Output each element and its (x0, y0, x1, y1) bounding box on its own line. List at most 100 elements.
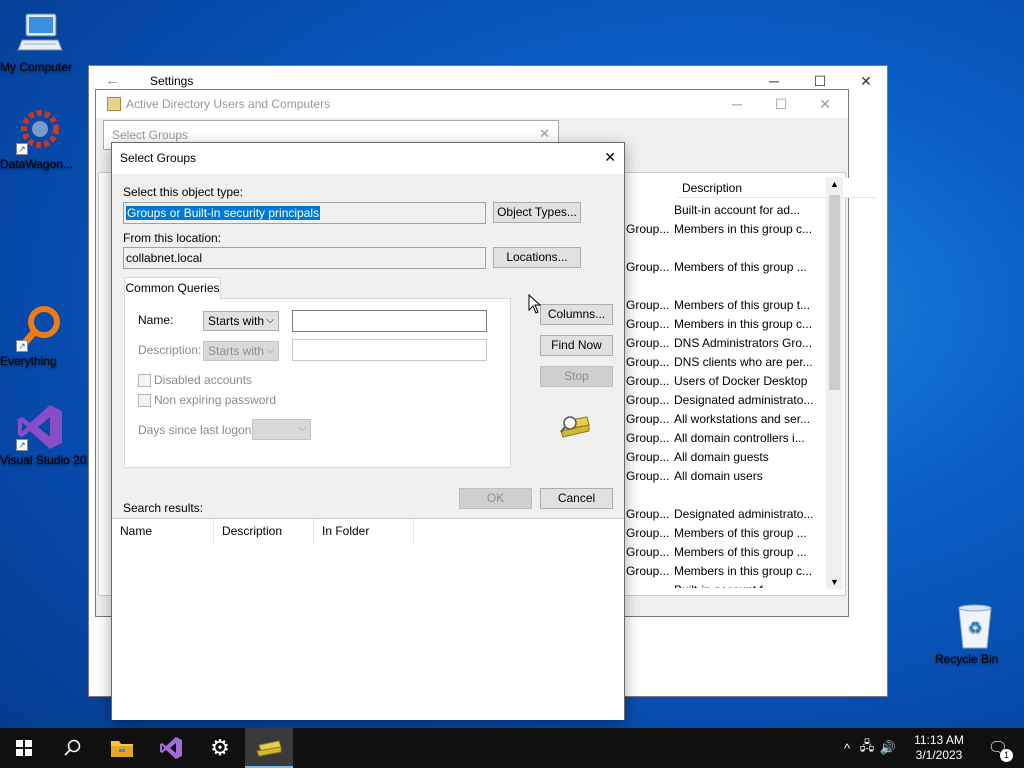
aduc-list-scrollbar[interactable]: ▲ ▼ (826, 177, 843, 589)
list-item[interactable]: Group... Designated administrato... (626, 505, 826, 524)
description-cell: Members of this group t... (674, 298, 811, 312)
scroll-up-icon[interactable]: ▲ (830, 179, 839, 189)
description-cell: All domain controllers i... (674, 431, 805, 445)
non-expiring-password-checkbox[interactable] (138, 394, 151, 407)
clock[interactable]: 11:13 AM 3/1/2023 (905, 728, 973, 768)
clock-date: 3/1/2023 (915, 748, 963, 762)
list-item[interactable]: Group... All domain controllers i... (626, 429, 826, 448)
results-column-description[interactable]: Description (214, 519, 314, 544)
chevron-down-icon: ⌵ (266, 345, 274, 356)
visual-studio-icon (160, 737, 182, 759)
close-button[interactable]: ✕ (604, 149, 616, 166)
description-cell: All domain users (674, 469, 763, 483)
network-icon[interactable]: 🖧 (856, 737, 878, 759)
object-types-button[interactable]: Object Types... (493, 202, 581, 223)
select-groups-back-title: Select Groups (112, 128, 189, 142)
datawagon-icon: ↗ (16, 107, 64, 155)
list-item[interactable]: Group... Members of this group ... (626, 258, 826, 277)
shortcut-arrow-icon: ↗ (16, 143, 28, 155)
minimize-button[interactable]: ─ (714, 89, 760, 119)
find-now-button[interactable]: Find Now (540, 335, 613, 356)
description-cell: Members in this group c... (674, 317, 813, 331)
disabled-accounts-checkbox[interactable] (138, 374, 151, 387)
group-type-cell: Group... (626, 507, 670, 521)
close-icon[interactable]: ✕ (539, 126, 550, 142)
cancel-button[interactable]: Cancel (540, 488, 613, 509)
group-type-cell: Group... (626, 564, 670, 578)
results-column-in-folder[interactable]: In Folder (314, 519, 414, 544)
tab-common-queries[interactable]: Common Queries (124, 277, 221, 299)
group-type-cell: Group... (626, 450, 670, 464)
back-arrow-icon[interactable]: ← (105, 72, 120, 89)
name-mode-select[interactable]: Starts with ⌵ (203, 311, 279, 331)
taskbar-aduc[interactable] (245, 728, 293, 768)
windows-logo-icon (16, 740, 32, 756)
start-button[interactable] (0, 728, 48, 768)
group-type-cell: Group... (626, 222, 670, 236)
shortcut-arrow-icon: ↗ (16, 439, 28, 451)
location-field[interactable]: collabnet.local (123, 247, 486, 269)
list-item[interactable]: Group... Members of this group t... (626, 296, 826, 315)
desktop-icon-datawagon[interactable]: ↗ DataWagon... (0, 107, 80, 171)
description-column-header[interactable]: Description (678, 178, 876, 198)
list-item[interactable]: Group... Members of this group ... (626, 524, 826, 543)
list-item[interactable]: Built-in account f... (626, 581, 826, 588)
aduc-app-icon (107, 97, 121, 111)
search-results-label: Search results: (123, 501, 204, 515)
group-type-cell: Group... (626, 374, 670, 388)
group-type-cell: Group... (626, 298, 670, 312)
scrollbar-thumb[interactable] (829, 195, 840, 390)
gear-icon: ⚙ (210, 735, 230, 760)
stop-button[interactable]: Stop (540, 366, 613, 387)
chevron-up-icon[interactable]: ^ (838, 741, 856, 756)
desktop-icon-label: My Computer (0, 60, 73, 74)
maximize-button[interactable]: ☐ (758, 89, 804, 119)
list-item[interactable]: Group... All workstations and ser... (626, 410, 826, 429)
taskbar-settings[interactable]: ⚙ (196, 728, 244, 768)
volume-icon[interactable]: 🔊 (878, 740, 898, 756)
list-item[interactable]: Group... Members in this group c... (626, 315, 826, 334)
aduc-title: Active Directory Users and Computers (126, 97, 331, 111)
locations-button[interactable]: Locations... (493, 247, 581, 268)
list-item[interactable]: Group... Members in this group c... (626, 220, 826, 239)
close-button[interactable]: ✕ (802, 89, 848, 119)
close-button[interactable]: ✕ (843, 66, 889, 96)
search-results-list[interactable]: Name Description In Folder (112, 518, 624, 720)
description-input[interactable] (292, 339, 487, 361)
object-type-value: Groups or Built-in security principals (126, 206, 321, 220)
taskbar-file-explorer[interactable] (98, 728, 146, 768)
days-since-logon-select[interactable]: ⌵ (252, 419, 311, 440)
description-cell: Users of Docker Desktop (674, 374, 808, 388)
desktop-icon-visual-studio[interactable]: ↗ Visual Studio 2015 (0, 403, 100, 467)
description-cell: Members of this group ... (674, 260, 807, 274)
list-item[interactable]: Group... DNS Administrators Gro... (626, 334, 826, 353)
search-button[interactable] (48, 728, 96, 768)
list-item[interactable]: Group... All domain users (626, 467, 826, 486)
desktop-icon-label: DataWagon... (0, 157, 73, 171)
list-item[interactable]: Group... Designated administrato... (626, 391, 826, 410)
desktop-icon-label: Recycle Bin (935, 652, 999, 666)
object-type-field[interactable]: Groups or Built-in security principals (123, 202, 486, 224)
everything-search-icon: ↗ (16, 304, 64, 352)
desktop-icon-recycle-bin[interactable]: ♻ Recycle Bin (935, 602, 1015, 666)
list-item[interactable]: Built-in account for ad... (626, 201, 826, 220)
list-item[interactable]: Group... DNS clients who are per... (626, 353, 826, 372)
desktop-icon-everything[interactable]: ↗ Everything (0, 304, 80, 368)
name-input[interactable] (292, 310, 487, 332)
list-item[interactable]: Group... Users of Docker Desktop (626, 372, 826, 391)
results-column-name[interactable]: Name (112, 519, 214, 544)
list-item[interactable]: Group... Members of this group ... (626, 543, 826, 562)
notification-badge: 1 (1000, 749, 1013, 762)
desktop-icon-my-computer[interactable]: My Computer (0, 10, 80, 74)
system-tray: ^ 🖧 🔊 (838, 728, 898, 768)
scroll-down-icon[interactable]: ▼ (830, 577, 839, 587)
description-mode-select[interactable]: Starts with ⌵ (203, 341, 279, 361)
list-item[interactable]: Group... All domain guests (626, 448, 826, 467)
taskbar-visual-studio[interactable] (147, 728, 195, 768)
list-item[interactable]: Group... Members in this group c... (626, 562, 826, 581)
columns-button[interactable]: Columns... (540, 304, 613, 325)
ok-button[interactable]: OK (459, 488, 532, 509)
group-type-cell: Group... (626, 545, 670, 559)
action-center-button[interactable]: 🗨 1 (978, 728, 1018, 768)
description-cell: Designated administrato... (674, 507, 814, 521)
